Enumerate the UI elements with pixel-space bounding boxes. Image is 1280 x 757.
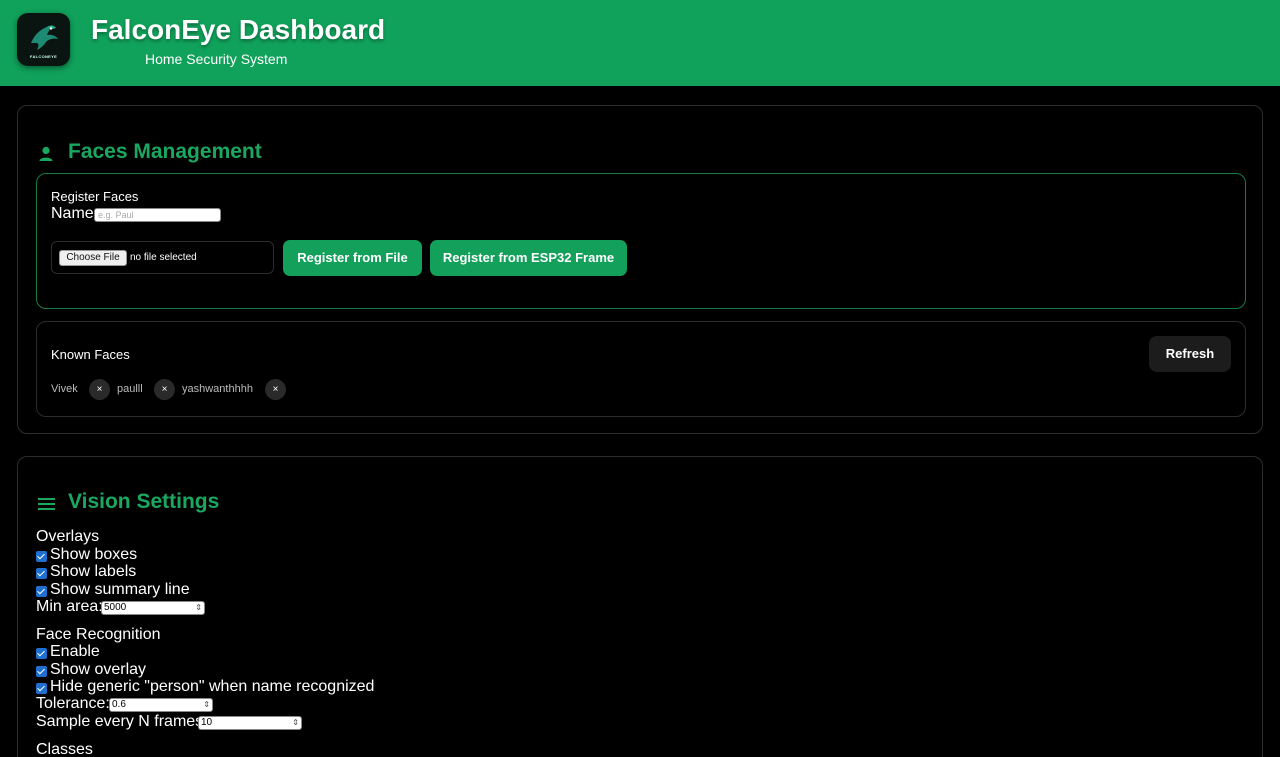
register-faces-heading: Register Faces bbox=[51, 189, 139, 204]
known-face-name: Vivek bbox=[51, 383, 78, 395]
register-from-file-button[interactable]: Register from File bbox=[283, 240, 422, 276]
app-subtitle: Home Security System bbox=[145, 51, 288, 67]
min-area-label: Min area: bbox=[36, 598, 103, 615]
hide-generic-person-checkbox[interactable] bbox=[36, 683, 47, 694]
enable-label: Enable bbox=[50, 643, 100, 660]
refresh-button[interactable]: Refresh bbox=[1149, 336, 1231, 372]
classes-heading: Classes bbox=[36, 741, 93, 757]
choose-file-button[interactable]: Choose File bbox=[59, 250, 127, 266]
sample-frames-value: 10 bbox=[201, 717, 213, 728]
tolerance-input[interactable]: 0.6 ⇕ bbox=[109, 698, 213, 712]
falconeye-logo: FALCONEYE bbox=[17, 13, 70, 66]
show-summary-label: Show summary line bbox=[50, 581, 190, 598]
min-area-input[interactable]: 5000 ⇕ bbox=[101, 601, 205, 615]
tolerance-label: Tolerance: bbox=[36, 695, 110, 712]
file-status-text: no file selected bbox=[130, 252, 197, 263]
known-faces-panel: Known Faces Refresh Vivek × paulll × yas… bbox=[36, 321, 1246, 417]
show-summary-checkbox[interactable] bbox=[36, 586, 47, 597]
tolerance-value: 0.6 bbox=[112, 699, 126, 710]
vision-section-title: Vision Settings bbox=[68, 490, 220, 513]
known-face-name: paulll bbox=[117, 383, 143, 395]
spinner-icon[interactable]: ⇕ bbox=[203, 699, 210, 711]
hide-generic-person-label: Hide generic "person" when name recogniz… bbox=[50, 678, 375, 695]
min-area-value: 5000 bbox=[104, 602, 127, 613]
faces-section-title: Faces Management bbox=[68, 140, 262, 163]
sample-frames-input[interactable]: 10 ⇕ bbox=[198, 716, 302, 730]
register-faces-panel: Register Faces Name Choose File no file … bbox=[36, 173, 1246, 309]
spinner-icon[interactable]: ⇕ bbox=[292, 717, 299, 729]
show-overlay-label: Show overlay bbox=[50, 661, 147, 678]
remove-face-button[interactable]: × bbox=[154, 379, 175, 400]
remove-face-button[interactable]: × bbox=[265, 379, 286, 400]
enable-face-recognition-checkbox[interactable] bbox=[36, 648, 47, 659]
spinner-icon[interactable]: ⇕ bbox=[195, 602, 202, 614]
remove-face-button[interactable]: × bbox=[89, 379, 110, 400]
show-overlay-checkbox[interactable] bbox=[36, 666, 47, 677]
vision-settings-card: Vision Settings Overlays Show boxes Show… bbox=[17, 456, 1263, 757]
name-label: Name bbox=[51, 205, 94, 222]
app-header: FALCONEYE FalconEye Dashboard Home Secur… bbox=[0, 0, 1280, 86]
register-from-esp32-button[interactable]: Register from ESP32 Frame bbox=[430, 240, 627, 276]
show-boxes-label: Show boxes bbox=[50, 546, 138, 563]
overlays-heading: Overlays bbox=[36, 528, 100, 545]
person-icon bbox=[37, 145, 55, 168]
show-boxes-checkbox[interactable] bbox=[36, 551, 47, 562]
face-recognition-heading: Face Recognition bbox=[36, 626, 161, 643]
known-face-name: yashwanthhhh bbox=[182, 383, 253, 395]
show-labels-checkbox[interactable] bbox=[36, 568, 47, 579]
sample-frames-label: Sample every N frames: bbox=[36, 713, 208, 730]
menu-icon bbox=[37, 496, 56, 517]
known-faces-heading: Known Faces bbox=[51, 347, 130, 362]
file-picker: Choose File no file selected bbox=[51, 241, 274, 274]
show-labels-label: Show labels bbox=[50, 563, 137, 580]
logo-wordmark: FALCONEYE bbox=[29, 54, 58, 59]
app-title: FalconEye Dashboard bbox=[91, 14, 386, 45]
faces-management-card: Faces Management Register Faces Name Cho… bbox=[17, 105, 1263, 434]
name-input[interactable] bbox=[94, 208, 221, 222]
